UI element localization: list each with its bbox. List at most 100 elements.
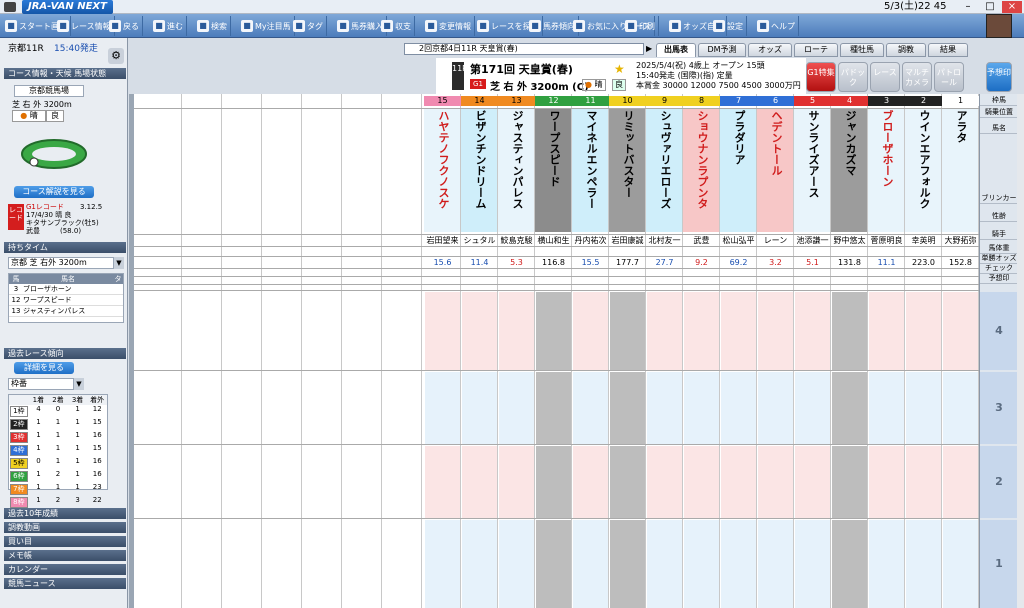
past-race-cell[interactable] (610, 292, 645, 370)
past-race-cell[interactable] (795, 292, 830, 370)
past-race-cell[interactable] (943, 292, 978, 370)
detail-button[interactable]: 詳細を見る (14, 362, 74, 374)
horse-name[interactable]: アラタ (954, 110, 968, 143)
tab-0[interactable]: 出馬表 (656, 43, 696, 57)
past-race-cell[interactable] (536, 520, 571, 608)
past-race-cell[interactable] (795, 372, 830, 444)
past-race-cell[interactable] (943, 372, 978, 444)
chevron-down-icon[interactable]: ▼ (114, 257, 124, 269)
tab-6[interactable]: 結果 (928, 43, 968, 57)
race-select[interactable]: 2回京都4日11R 天皇賞(春) (404, 43, 644, 55)
past-select[interactable]: 枠番 (8, 378, 74, 390)
horse-name[interactable]: ウインエアフォルク (917, 110, 931, 209)
left-menu-item[interactable]: カレンダー (4, 564, 126, 575)
horse-name[interactable]: ワープスピード (547, 110, 561, 187)
left-menu-item[interactable]: 過去10年成績 (4, 508, 126, 519)
feature-button[interactable]: パトロール (934, 62, 964, 92)
time-row[interactable]: 12 ワープスピード (9, 295, 123, 306)
maximize-button[interactable]: □ (980, 1, 1000, 13)
past-race-cell[interactable] (795, 520, 830, 608)
past-race-cell[interactable] (573, 292, 608, 370)
past-race-cell[interactable] (647, 372, 682, 444)
star-icon[interactable]: ★ (614, 62, 625, 76)
past-race-cell[interactable] (684, 520, 719, 608)
past-race-cell[interactable] (832, 446, 867, 518)
horse-name[interactable]: ビザンチンドリーム (473, 110, 487, 209)
feature-button[interactable]: レース (870, 62, 900, 92)
course-explain-button[interactable]: コース解説を見る (14, 186, 94, 198)
toolbar-button[interactable]: ■ 印刷 (622, 16, 659, 36)
past-race-cell[interactable] (943, 520, 978, 608)
toolbar-button[interactable]: ■ 戻る (106, 16, 143, 36)
past-race-cell[interactable] (943, 446, 978, 518)
past-race-cell[interactable] (832, 520, 867, 608)
past-race-cell[interactable] (425, 292, 460, 370)
left-menu-item[interactable]: 競馬ニュース (4, 578, 126, 589)
past-race-cell[interactable] (536, 372, 571, 444)
past-race-cell[interactable] (425, 372, 460, 444)
horse-name[interactable]: サンライズアース (806, 110, 820, 198)
horse-name[interactable]: ジャスティンパレス (510, 110, 524, 209)
past-race-cell[interactable] (832, 292, 867, 370)
horse-name[interactable]: リミットバスター (621, 110, 635, 198)
past-race-cell[interactable] (869, 446, 904, 518)
past-race-cell[interactable] (869, 520, 904, 608)
tab-2[interactable]: オッズ (748, 43, 792, 57)
past-race-cell[interactable] (758, 446, 793, 518)
past-race-cell[interactable] (573, 372, 608, 444)
horse-name[interactable]: シュヴァリエローズ (658, 110, 672, 209)
past-race-cell[interactable] (906, 520, 941, 608)
tab-5[interactable]: 調教 (886, 43, 926, 57)
horse-name[interactable]: ハヤテノフクノスケ (436, 110, 450, 209)
minimize-button[interactable]: – (958, 1, 978, 13)
feature-button[interactable]: 予想印 (986, 62, 1012, 92)
chevron-down-icon[interactable]: ▼ (74, 378, 84, 390)
past-race-cell[interactable] (684, 372, 719, 444)
left-menu-item[interactable]: 買い目 (4, 536, 126, 547)
vertical-scrollbar[interactable] (1017, 94, 1024, 608)
past-race-cell[interactable] (906, 446, 941, 518)
past-race-cell[interactable] (869, 372, 904, 444)
horse-name[interactable]: ブローザホーン (880, 110, 894, 187)
toolbar-button[interactable]: ■ タグ (290, 16, 327, 36)
past-race-cell[interactable] (758, 292, 793, 370)
toolbar-button[interactable]: ■ 変更情報 (422, 16, 475, 36)
past-race-cell[interactable] (462, 446, 497, 518)
past-race-cell[interactable] (573, 520, 608, 608)
past-race-cell[interactable] (573, 446, 608, 518)
past-race-cell[interactable] (795, 446, 830, 518)
toolbar-button[interactable]: ■ My注目馬 (238, 16, 295, 36)
toolbar-button[interactable]: ■ 進む (150, 16, 187, 36)
past-race-cell[interactable] (906, 292, 941, 370)
tab-1[interactable]: DM予測 (698, 43, 746, 57)
time-row[interactable]: 3 ブローザホーン (9, 284, 123, 295)
toolbar-button[interactable]: ■ 収支 (378, 16, 415, 36)
gear-icon[interactable]: ⚙ (108, 48, 124, 64)
past-race-cell[interactable] (684, 446, 719, 518)
past-race-cell[interactable] (721, 446, 756, 518)
past-race-cell[interactable] (536, 446, 571, 518)
past-race-cell[interactable] (832, 372, 867, 444)
horse-name[interactable]: ヘデントール (769, 110, 783, 176)
horse-name[interactable]: プラダリア (732, 110, 746, 165)
feature-button[interactable]: パドック (838, 62, 868, 92)
past-race-cell[interactable] (647, 446, 682, 518)
horse-name[interactable]: ジャンカズマ (843, 110, 857, 176)
toolbar-button[interactable]: ■ 設定 (710, 16, 747, 36)
next-race-icon[interactable]: ▶ (646, 44, 656, 54)
tab-3[interactable]: ローテ (794, 43, 838, 57)
close-button[interactable]: × (1002, 1, 1022, 13)
past-race-cell[interactable] (647, 520, 682, 608)
past-race-cell[interactable] (499, 446, 534, 518)
time-row[interactable]: 13 ジャスティンパレス (9, 306, 123, 317)
horse-name[interactable]: マイネルエンペラー (584, 110, 598, 209)
past-race-cell[interactable] (684, 292, 719, 370)
feature-button[interactable]: G1特集 (806, 62, 836, 92)
feature-button[interactable]: マルチカメラ (902, 62, 932, 92)
left-menu-item[interactable]: メモ帳 (4, 550, 126, 561)
tab-4[interactable]: 種牡馬 (840, 43, 884, 57)
past-race-cell[interactable] (721, 292, 756, 370)
past-race-cell[interactable] (721, 520, 756, 608)
past-race-cell[interactable] (425, 446, 460, 518)
past-race-cell[interactable] (610, 446, 645, 518)
